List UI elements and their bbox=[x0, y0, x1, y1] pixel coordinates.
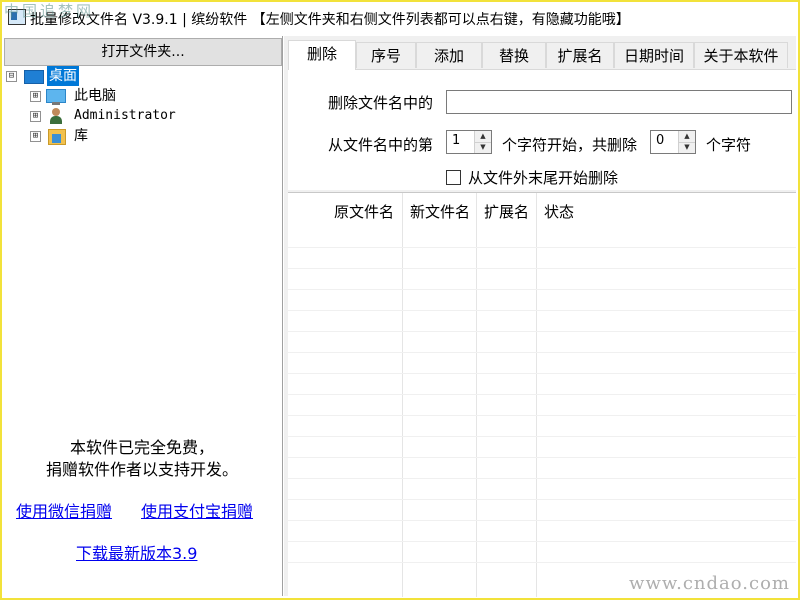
start-delete-label: 个字符开始，共删除 bbox=[502, 136, 638, 154]
from-end-label[interactable]: 从文件外末尾开始删除 bbox=[468, 167, 618, 188]
wechat-donate-link[interactable]: 使用微信捐赠 bbox=[16, 498, 112, 522]
column-divider bbox=[536, 193, 537, 597]
expand-icon[interactable]: ⊞ bbox=[30, 91, 41, 102]
delete-count-stepper[interactable]: 0 ▲ ▼ bbox=[650, 130, 696, 154]
grid-line bbox=[288, 268, 796, 269]
grid-line bbox=[288, 436, 796, 437]
desktop-icon bbox=[24, 70, 44, 84]
right-panel: 删除 序号 添加 替换 扩展名 日期时间 关于本软件 删除文件名中的 从文件名中… bbox=[284, 36, 796, 597]
watermark-top: 中国追梦网 bbox=[4, 2, 95, 20]
open-folder-button[interactable]: 打开文件夹... bbox=[4, 38, 282, 66]
column-divider bbox=[402, 193, 403, 597]
tree-item-label: 桌面 bbox=[47, 66, 79, 86]
grid-line bbox=[288, 457, 796, 458]
grid-line bbox=[288, 499, 796, 500]
spin-down-icon[interactable]: ▼ bbox=[475, 142, 491, 153]
column-extension[interactable]: 扩展名 bbox=[484, 201, 529, 222]
watermark-bottom: www.cndao.com bbox=[629, 573, 790, 594]
expand-icon[interactable]: ⊞ bbox=[30, 131, 41, 142]
tab-sequence[interactable]: 序号 bbox=[356, 42, 416, 68]
file-list[interactable]: 原文件名 新文件名 扩展名 状态 bbox=[288, 192, 796, 597]
chars-label: 个字符 bbox=[706, 136, 752, 154]
column-divider bbox=[476, 193, 477, 597]
delete-count-value: 0 bbox=[656, 133, 665, 148]
column-status[interactable]: 状态 bbox=[544, 201, 574, 222]
promo-line-2: 捐赠软件作者以支持开发。 bbox=[45, 460, 238, 479]
grid-line bbox=[288, 478, 796, 479]
delete-options-panel: 删除文件名中的 从文件名中的第 1 ▲ ▼ 个字符开始，共删除 0 ▲ ▼ 个字… bbox=[288, 69, 796, 190]
tab-replace[interactable]: 替换 bbox=[482, 42, 546, 68]
start-position-stepper[interactable]: 1 ▲ ▼ bbox=[446, 130, 492, 154]
grid-line bbox=[288, 289, 796, 290]
tab-strip: 删除 序号 添加 替换 扩展名 日期时间 关于本软件 bbox=[288, 40, 796, 70]
tab-add[interactable]: 添加 bbox=[416, 42, 482, 68]
title-bar: 批量修改文件名 V3.9.1 | 缤纷软件 【左侧文件夹和右侧文件列表都可以点右… bbox=[2, 2, 798, 32]
tree-item-administrator[interactable]: ⊞ Administrator bbox=[4, 106, 280, 126]
tree-item-label: 库 bbox=[74, 128, 88, 144]
grid-line bbox=[288, 415, 796, 416]
window-title: 批量修改文件名 V3.9.1 | 缤纷软件 【左侧文件夹和右侧文件列表都可以点右… bbox=[30, 12, 630, 28]
tree-item-label: Administrator bbox=[74, 108, 176, 123]
tree-item-desktop[interactable]: ⊟ 桌面 bbox=[4, 66, 280, 86]
computer-icon bbox=[46, 89, 66, 105]
expand-icon[interactable]: ⊞ bbox=[30, 111, 41, 122]
grid-line bbox=[288, 247, 796, 248]
delete-name-label: 删除文件名中的 bbox=[328, 94, 434, 112]
tree-item-library[interactable]: ⊞ 库 bbox=[4, 126, 280, 146]
grid-line bbox=[288, 352, 796, 353]
collapse-icon[interactable]: ⊟ bbox=[6, 71, 17, 82]
tree-item-label: 此电脑 bbox=[74, 88, 116, 104]
grid-line bbox=[288, 562, 796, 563]
promo-line-1: 本软件已完全免费， bbox=[69, 438, 214, 457]
grid-line bbox=[288, 541, 796, 542]
column-original-name[interactable]: 原文件名 bbox=[334, 201, 394, 222]
grid-line bbox=[288, 373, 796, 374]
download-latest-link[interactable]: 下载最新版本3.9 bbox=[76, 540, 197, 564]
column-new-name[interactable]: 新文件名 bbox=[410, 201, 470, 222]
start-position-label: 从文件名中的第 bbox=[328, 136, 434, 154]
tab-extension[interactable]: 扩展名 bbox=[546, 42, 614, 68]
grid-line bbox=[288, 331, 796, 332]
tab-datetime[interactable]: 日期时间 bbox=[614, 42, 694, 68]
tab-about[interactable]: 关于本软件 bbox=[694, 42, 788, 68]
file-list-header: 原文件名 新文件名 扩展名 状态 bbox=[288, 193, 796, 231]
library-icon bbox=[48, 129, 66, 145]
tree-item-this-pc[interactable]: ⊞ 此电脑 bbox=[4, 86, 280, 106]
grid-line bbox=[288, 394, 796, 395]
from-end-checkbox[interactable] bbox=[446, 170, 461, 185]
grid-line bbox=[288, 520, 796, 521]
delete-name-input[interactable] bbox=[446, 90, 792, 114]
user-icon bbox=[49, 108, 63, 124]
grid-line bbox=[288, 310, 796, 311]
left-panel: 打开文件夹... ⊟ 桌面 ⊞ 此电脑 ⊞ Administrator ⊞ 库 … bbox=[4, 36, 283, 596]
spin-down-icon[interactable]: ▼ bbox=[679, 142, 695, 153]
tab-delete[interactable]: 删除 bbox=[288, 40, 356, 70]
start-position-value: 1 bbox=[452, 133, 461, 148]
alipay-donate-link[interactable]: 使用支付宝捐赠 bbox=[141, 498, 253, 522]
